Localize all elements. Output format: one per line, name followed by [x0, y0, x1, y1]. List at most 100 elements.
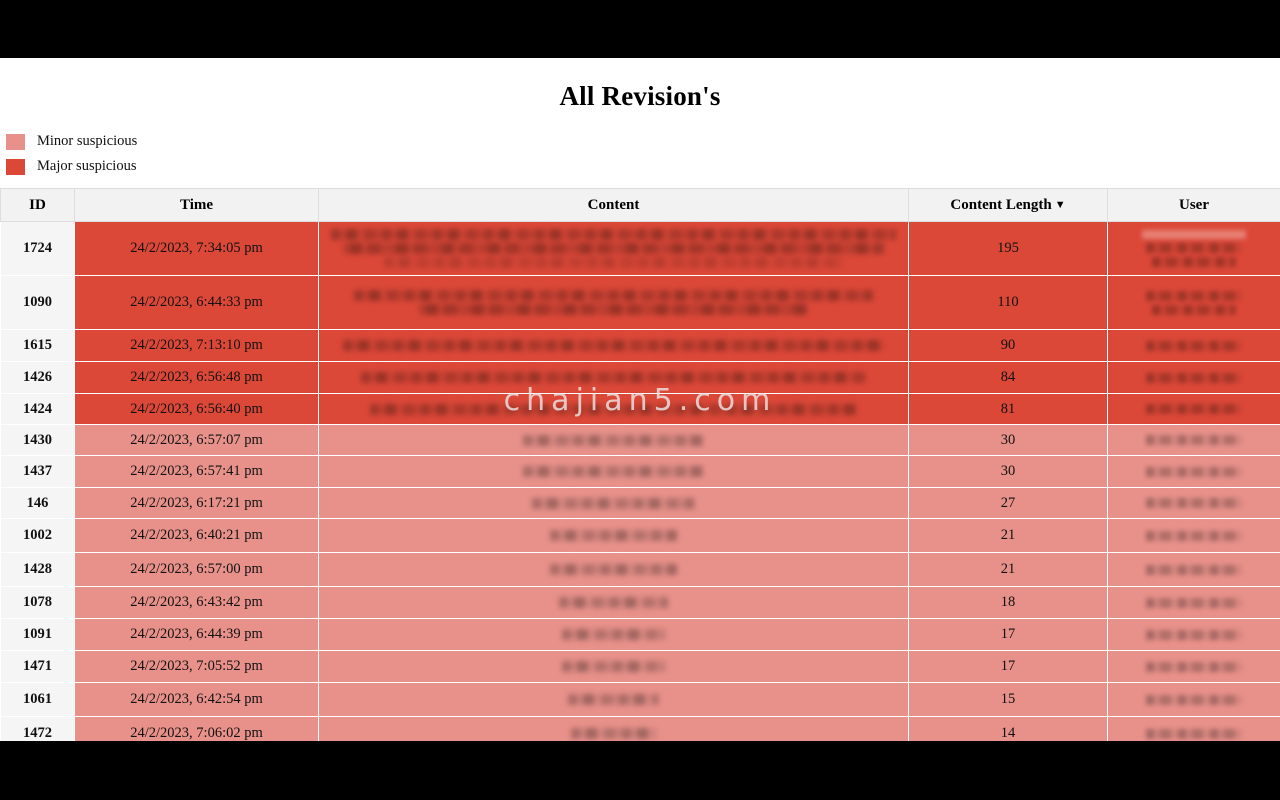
redacted-content — [319, 434, 908, 446]
table-body: 1724 24/2/2023, 7:34:05 pm 195 1090 24/2/202… — [0, 221, 1280, 741]
cell-content-length: 195 — [908, 221, 1108, 276]
cell-content — [318, 650, 909, 683]
legend-label-minor: Minor suspicious — [37, 133, 138, 150]
redacted-user-line — [1146, 629, 1242, 640]
redacted-user — [1108, 435, 1280, 445]
column-header-id[interactable]: ID — [0, 188, 75, 222]
redacted-content — [319, 372, 908, 383]
cell-content — [318, 618, 909, 651]
cell-id: 1091 — [0, 618, 75, 651]
bottom-letterbox-bar — [0, 741, 1280, 800]
cell-content — [318, 393, 909, 425]
redacted-text-line — [369, 403, 858, 415]
cell-time: 24/2/2023, 7:34:05 pm — [74, 221, 319, 276]
cell-user — [1107, 424, 1280, 456]
table-row[interactable]: 1724 24/2/2023, 7:34:05 pm 195 — [0, 221, 1280, 276]
redacted-text-line — [383, 257, 844, 268]
cell-id: 1002 — [0, 518, 75, 553]
cell-time: 24/2/2023, 7:06:02 pm — [74, 716, 319, 741]
cell-time: 24/2/2023, 6:57:00 pm — [74, 552, 319, 587]
redacted-user — [1108, 404, 1280, 414]
redacted-user — [1108, 728, 1280, 739]
column-header-user[interactable]: User — [1107, 188, 1280, 222]
table-row[interactable]: 146 24/2/2023, 6:17:21 pm 27 — [0, 487, 1280, 519]
cell-id: 1061 — [0, 682, 75, 717]
cell-content — [318, 455, 909, 488]
redacted-text-line — [523, 466, 704, 477]
redacted-user-line — [1146, 340, 1242, 351]
redacted-text-line — [550, 564, 677, 575]
redacted-user-line — [1146, 372, 1242, 383]
cell-user — [1107, 361, 1280, 394]
cell-content — [318, 487, 909, 519]
table-row[interactable]: 1472 24/2/2023, 7:06:02 pm 14 — [0, 716, 1280, 741]
cell-content — [318, 361, 909, 394]
redacted-user — [1108, 290, 1280, 315]
cell-content-length: 27 — [908, 487, 1108, 519]
cell-content — [318, 275, 909, 330]
redacted-user-line — [1146, 466, 1242, 477]
cell-content-length: 30 — [908, 424, 1108, 456]
column-header-content-length[interactable]: Content Length ▼ — [908, 188, 1108, 222]
cell-content — [318, 518, 909, 553]
cell-content-length: 90 — [908, 329, 1108, 362]
table-row[interactable]: 1002 24/2/2023, 6:40:21 pm 21 — [0, 518, 1280, 553]
redacted-content — [319, 728, 908, 739]
cell-time: 24/2/2023, 6:17:21 pm — [74, 487, 319, 519]
column-header-time[interactable]: Time — [74, 188, 319, 222]
redacted-user-line — [1146, 597, 1242, 608]
cell-user — [1107, 618, 1280, 651]
top-letterbox-bar — [0, 0, 1280, 58]
cell-content — [318, 424, 909, 456]
table-row[interactable]: 1471 24/2/2023, 7:05:52 pm 17 — [0, 650, 1280, 683]
table-row[interactable]: 1430 24/2/2023, 6:57:07 pm 30 — [0, 424, 1280, 456]
legend-item-major: Major suspicious — [6, 154, 1280, 179]
table-row[interactable]: 1091 24/2/2023, 6:44:39 pm 17 — [0, 618, 1280, 651]
table-row[interactable]: 1437 24/2/2023, 6:57:41 pm 30 — [0, 455, 1280, 488]
redacted-text-line — [562, 661, 665, 672]
cell-time: 24/2/2023, 6:43:42 pm — [74, 586, 319, 619]
cell-user — [1107, 518, 1280, 553]
table-row[interactable]: 1090 24/2/2023, 6:44:33 pm 110 — [0, 275, 1280, 330]
sort-descending-icon[interactable]: ▼ — [1055, 199, 1066, 211]
table-row[interactable]: 1424 24/2/2023, 6:56:40 pm 81 — [0, 393, 1280, 425]
table-row[interactable]: 1078 24/2/2023, 6:43:42 pm 18 — [0, 586, 1280, 619]
cell-user — [1107, 221, 1280, 276]
redacted-content — [319, 530, 908, 541]
redacted-content — [319, 597, 908, 608]
redacted-user — [1108, 230, 1280, 267]
table-row[interactable]: 1426 24/2/2023, 6:56:48 pm 84 — [0, 361, 1280, 394]
cell-user — [1107, 650, 1280, 683]
cell-user — [1107, 275, 1280, 330]
cell-id: 1424 — [0, 393, 75, 425]
redacted-content — [319, 403, 908, 415]
cell-content-length: 84 — [908, 361, 1108, 394]
column-header-content-length-label: Content Length — [950, 196, 1052, 213]
redacted-user-line — [1146, 564, 1242, 575]
table-row[interactable]: 1615 24/2/2023, 7:13:10 pm 90 — [0, 329, 1280, 362]
redacted-user — [1108, 498, 1280, 508]
redacted-user-line — [1146, 498, 1242, 508]
table-row[interactable]: 1061 24/2/2023, 6:42:54 pm 15 — [0, 682, 1280, 717]
column-header-content[interactable]: Content — [318, 188, 909, 222]
cell-user — [1107, 586, 1280, 619]
redacted-user — [1108, 530, 1280, 541]
cell-content-length: 30 — [908, 455, 1108, 488]
redacted-content — [319, 564, 908, 575]
redacted-content — [319, 497, 908, 509]
cell-content — [318, 682, 909, 717]
redacted-user — [1108, 372, 1280, 383]
redacted-user-line — [1146, 728, 1242, 739]
redacted-text-line — [342, 340, 885, 351]
redacted-user-line — [1146, 435, 1242, 445]
redacted-user-line — [1146, 404, 1242, 414]
table-row[interactable]: 1428 24/2/2023, 6:57:00 pm 21 — [0, 552, 1280, 587]
redacted-text-line — [571, 728, 656, 739]
redacted-user — [1108, 564, 1280, 575]
cell-time: 24/2/2023, 6:57:41 pm — [74, 455, 319, 488]
cell-user — [1107, 455, 1280, 488]
cell-user — [1107, 329, 1280, 362]
table-header-row: ID Time Content Content Length ▼ User — [0, 188, 1280, 222]
redacted-content — [319, 694, 908, 705]
redacted-user-line — [1146, 530, 1242, 541]
